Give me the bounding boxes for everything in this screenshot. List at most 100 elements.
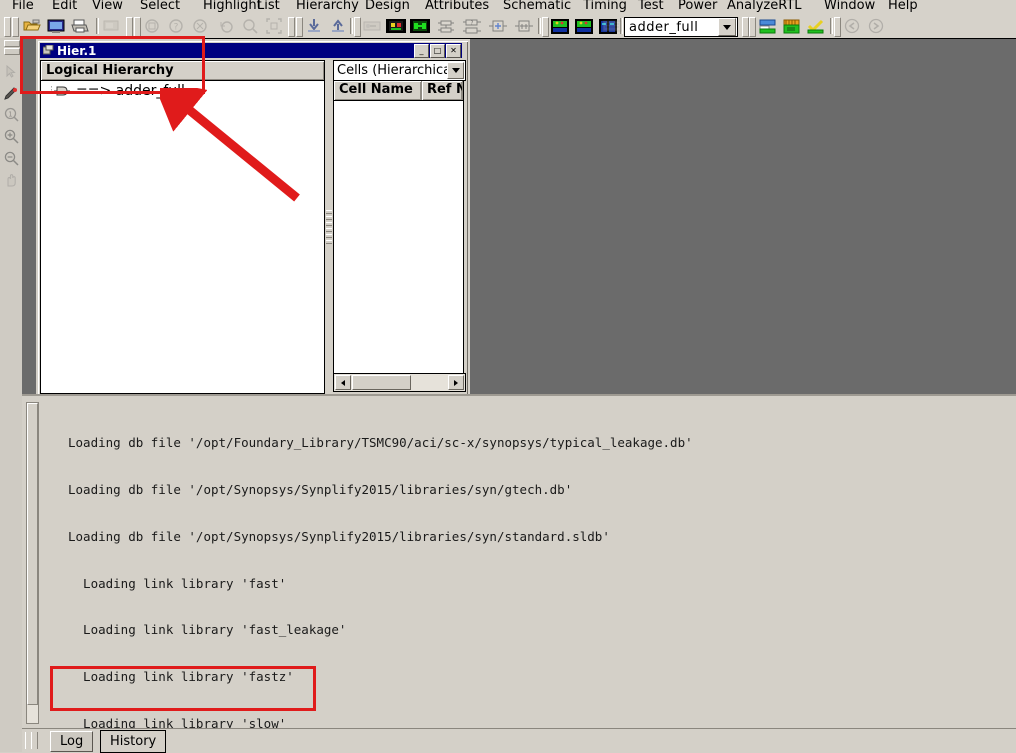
minimize-icon[interactable]: _ bbox=[414, 44, 429, 58]
report-timing-icon[interactable]: ? bbox=[462, 16, 482, 36]
current-design-combo[interactable]: adder_full bbox=[624, 17, 738, 37]
menu-item-design[interactable]: Design bbox=[365, 0, 410, 14]
left-toolbar-grip-2[interactable] bbox=[4, 48, 20, 55]
hierarchy-window-titlebar[interactable]: Hier.1 _ □ ✕ bbox=[40, 43, 462, 58]
menu-item-analyzertl[interactable]: AnalyzeRTL bbox=[727, 0, 802, 14]
maximize-icon[interactable]: □ bbox=[430, 44, 445, 58]
svg-text:1: 1 bbox=[8, 110, 12, 118]
log-line: Loading db file '/opt/Synopsys/Synplify2… bbox=[68, 481, 573, 497]
close-icon[interactable]: ✕ bbox=[446, 44, 461, 58]
cells-view-combo[interactable]: Cells (Hierarchica bbox=[333, 60, 466, 81]
scroll-thumb[interactable] bbox=[352, 375, 411, 390]
hierarchy-tree[interactable]: ==> adder_full bbox=[41, 81, 324, 393]
log-panel: Loading db file '/opt/Foundary_Library/T… bbox=[22, 394, 1016, 730]
and-gate-icon bbox=[51, 85, 70, 95]
toolbar-separator-3 bbox=[538, 18, 541, 34]
splitter-grip[interactable] bbox=[326, 210, 332, 244]
menu-item-power[interactable]: Power bbox=[678, 0, 717, 14]
toolbar-grip-3[interactable] bbox=[126, 17, 133, 37]
window-menu-icon[interactable] bbox=[41, 44, 55, 57]
menu-item-schematic[interactable]: Schematic bbox=[503, 0, 571, 14]
symbol-view-icon[interactable] bbox=[574, 16, 594, 36]
check-design-icon[interactable] bbox=[410, 16, 430, 36]
log-line: Loading link library 'fast_leakage' bbox=[68, 622, 347, 638]
print-icon[interactable] bbox=[70, 16, 90, 36]
menu-item-file[interactable]: File bbox=[12, 0, 34, 14]
menu-item-view[interactable]: View bbox=[92, 0, 123, 14]
forward-icon bbox=[866, 16, 886, 36]
logical-hierarchy-pane[interactable]: Logical Hierarchy ==> adder_full bbox=[40, 60, 325, 394]
menu-item-list[interactable]: List bbox=[257, 0, 280, 14]
menu-item-highlight[interactable]: Highlight bbox=[203, 0, 262, 14]
pane-splitter[interactable] bbox=[325, 60, 333, 392]
new-schematic-window-icon[interactable] bbox=[782, 16, 802, 36]
zoom-in-icon[interactable] bbox=[1, 126, 21, 146]
tabbar-grip-2[interactable] bbox=[31, 732, 38, 749]
scroll-left-icon[interactable] bbox=[335, 375, 351, 390]
menu-item-edit[interactable]: Edit bbox=[52, 0, 77, 14]
toolbar-grip-13[interactable] bbox=[834, 17, 841, 37]
scroll-right-icon[interactable] bbox=[448, 375, 464, 390]
menu-item-help[interactable]: Help bbox=[888, 0, 918, 14]
print-preview-icon[interactable] bbox=[102, 16, 122, 36]
zoom-out-icon[interactable] bbox=[1, 148, 21, 168]
chevron-down-icon[interactable] bbox=[447, 62, 464, 79]
highlight-pen-icon[interactable] bbox=[1, 84, 21, 104]
toolbar-grip-5[interactable] bbox=[288, 17, 295, 37]
create-clock-icon[interactable] bbox=[436, 16, 456, 36]
menu-item-hierarchy[interactable]: Hierarchy bbox=[296, 0, 359, 14]
logical-hierarchy-column-header[interactable]: Logical Hierarchy bbox=[41, 61, 324, 81]
mdi-client-area: Hier.1 _ □ ✕ Logical Hierarchy ==> adder… bbox=[22, 38, 1016, 398]
menu-item-attributes[interactable]: Attributes bbox=[425, 0, 489, 14]
cells-pane[interactable]: Cells (Hierarchica Cell Name Ref N bbox=[333, 60, 466, 392]
cells-view-value: Cells (Hierarchica bbox=[337, 63, 447, 78]
pointer-icon[interactable] bbox=[1, 62, 21, 82]
cells-horizontal-scrollbar[interactable] bbox=[333, 373, 466, 392]
push-down-icon[interactable] bbox=[304, 16, 324, 36]
toolbar-grip-2[interactable] bbox=[12, 17, 19, 37]
toolbar-grip-4[interactable] bbox=[134, 17, 141, 37]
new-histogram-window-icon[interactable] bbox=[806, 16, 826, 36]
tab-log[interactable]: Log bbox=[50, 731, 94, 752]
report-area-icon[interactable] bbox=[514, 16, 534, 36]
save-icon[interactable] bbox=[46, 16, 66, 36]
chevron-down-icon[interactable] bbox=[718, 18, 736, 36]
pan-hand-icon[interactable] bbox=[1, 170, 21, 190]
schematic-icon[interactable] bbox=[550, 16, 570, 36]
report-constraint-icon[interactable] bbox=[488, 16, 508, 36]
log-line: Loading db file '/opt/Foundary_Library/T… bbox=[68, 435, 693, 451]
menu-item-test[interactable]: Test bbox=[638, 0, 664, 14]
pop-up-icon[interactable] bbox=[328, 16, 348, 36]
new-design-vision-window-icon[interactable] bbox=[758, 16, 778, 36]
open-file-icon[interactable] bbox=[22, 16, 42, 36]
left-toolbar: 1 bbox=[0, 38, 23, 752]
toolbar-grip-7[interactable] bbox=[354, 17, 361, 37]
toolbar-grip-6[interactable] bbox=[296, 17, 303, 37]
zoom-one-icon[interactable]: 1 bbox=[1, 104, 21, 124]
back-icon bbox=[842, 16, 862, 36]
log-vertical-scrollbar[interactable] bbox=[26, 402, 39, 724]
tree-item-adder-full[interactable]: ==> adder_full bbox=[41, 81, 324, 100]
column-header-cell-name[interactable]: Cell Name bbox=[334, 81, 422, 100]
log-history-tabbar: Log History bbox=[22, 728, 1016, 753]
log-scroll-thumb[interactable] bbox=[27, 403, 38, 705]
toolbar-grip-8[interactable] bbox=[542, 17, 549, 37]
log-line: Loading db file '/opt/Synopsys/Synplify2… bbox=[68, 528, 610, 544]
toolbar-grip-11[interactable] bbox=[742, 17, 749, 37]
toolbar-grip-1[interactable] bbox=[4, 17, 11, 37]
left-toolbar-grip-1[interactable] bbox=[4, 40, 20, 47]
column-header-ref-name[interactable]: Ref N bbox=[422, 81, 463, 100]
svg-text:?: ? bbox=[471, 20, 474, 26]
hierarchy-window[interactable]: Hier.1 _ □ ✕ Logical Hierarchy ==> adder… bbox=[36, 39, 470, 398]
toolbar-grip-12[interactable] bbox=[749, 17, 756, 37]
hierarchy-window-title: Hier.1 bbox=[57, 43, 97, 58]
zoom-cancel-icon bbox=[190, 16, 210, 36]
cells-table[interactable]: Cell Name Ref N bbox=[333, 80, 464, 375]
menu-item-window[interactable]: Window bbox=[824, 0, 875, 14]
compile-design-icon[interactable] bbox=[386, 16, 406, 36]
menu-item-timing[interactable]: Timing bbox=[583, 0, 627, 14]
menu-item-select[interactable]: Select bbox=[140, 0, 180, 14]
tab-history[interactable]: History bbox=[100, 730, 167, 753]
link-design-icon bbox=[362, 16, 382, 36]
log-output[interactable]: Loading db file '/opt/Foundary_Library/T… bbox=[42, 400, 1016, 730]
